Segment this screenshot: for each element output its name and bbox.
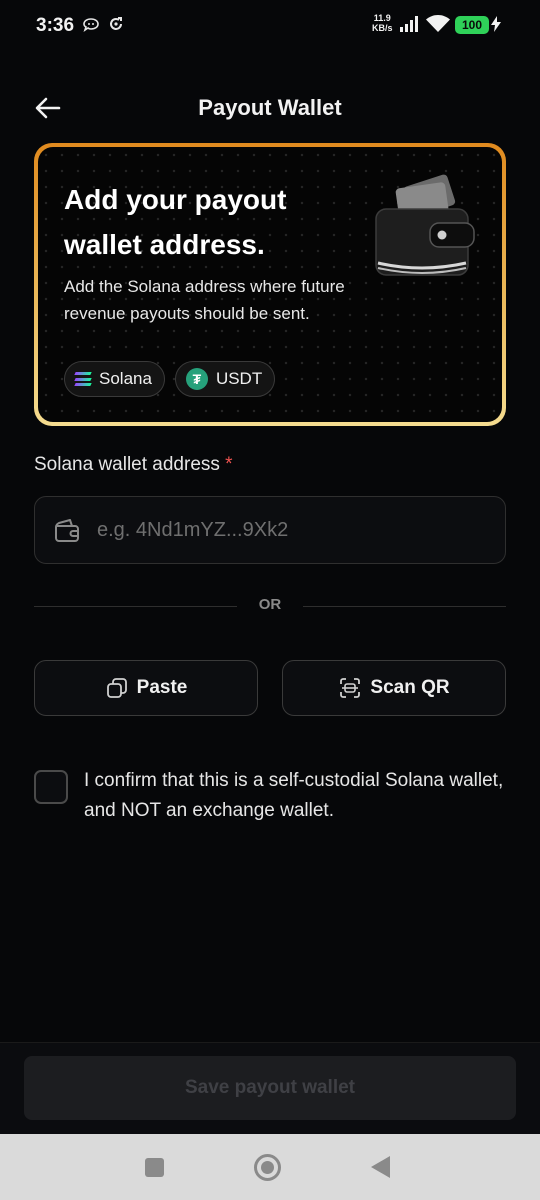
home-icon[interactable] — [254, 1154, 281, 1181]
wallet-address-label-text: Solana wallet address — [34, 454, 220, 475]
status-time: 3:36 — [36, 15, 75, 36]
save-payout-wallet-button[interactable]: Save payout wallet — [24, 1056, 516, 1120]
back-nav-icon[interactable] — [371, 1156, 390, 1178]
paste-button[interactable]: Paste — [34, 660, 258, 716]
signal-icon — [400, 16, 418, 32]
chip-solana-label: Solana — [99, 369, 152, 388]
wallet-address-label: Solana wallet address * — [34, 454, 233, 476]
system-nav-bar — [0, 1134, 540, 1200]
payout-info-card: Add your payout wallet address. Add the … — [34, 143, 506, 426]
battery-icon: 100 — [455, 16, 489, 34]
scan-qr-icon — [340, 678, 361, 698]
chip-usdt-label: USDT — [215, 369, 263, 388]
tether-icon: ₮ — [185, 368, 208, 390]
scan-qr-button[interactable]: Scan QR — [282, 660, 506, 716]
or-divider: OR — [34, 596, 506, 618]
network-speed: 11.9 KB/s — [372, 13, 393, 33]
wallet-address-field[interactable] — [34, 496, 506, 564]
scan-qr-label: Scan QR — [370, 677, 450, 698]
chip-usdt: ₮ USDT — [174, 361, 276, 397]
page-title: Payout Wallet — [198, 95, 342, 120]
confirm-checkbox[interactable] — [34, 770, 68, 804]
wifi-icon — [426, 15, 450, 38]
required-mark: * — [225, 454, 233, 475]
sync-icon — [108, 16, 124, 36]
charging-icon — [491, 16, 501, 35]
card-heading: Add your payout wallet address. — [64, 184, 287, 260]
card-description: Add the Solana address where future reve… — [64, 277, 345, 323]
currency-chips: Solana ₮ USDT — [64, 361, 276, 397]
wallet-icon — [55, 519, 79, 542]
wallet-illustration — [375, 174, 475, 276]
network-speed-value: 11.9 — [373, 13, 391, 23]
notification-icon — [82, 16, 100, 36]
wallet-address-input[interactable] — [97, 497, 487, 563]
solana-icon — [74, 372, 92, 386]
recents-icon[interactable] — [145, 1158, 164, 1177]
confirm-text: I confirm that this is a self-custodial … — [84, 770, 504, 821]
or-text: OR — [258, 596, 282, 613]
status-bar: 3:36 11.9 KB/s 100 — [0, 0, 540, 54]
paste-label: Paste — [136, 677, 188, 698]
network-speed-unit: KB/s — [372, 23, 393, 33]
paste-icon — [106, 678, 127, 698]
chip-solana: Solana — [64, 361, 165, 397]
